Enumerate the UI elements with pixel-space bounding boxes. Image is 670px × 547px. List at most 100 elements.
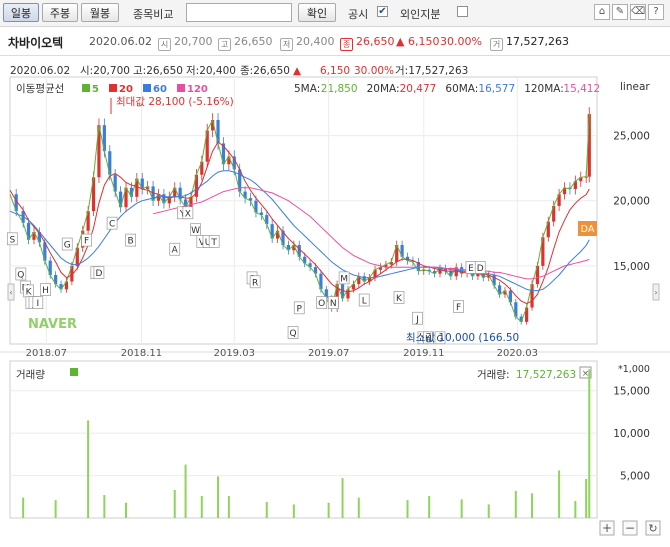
volume-bar [406,500,409,518]
volume-panel-frame [9,360,598,519]
reset-icon: ↻ [648,522,657,535]
event-marker-label: D [477,264,484,274]
low-badge: 저 [280,38,293,51]
volume-bar [87,420,90,518]
volume-bar [341,478,344,518]
foreign-ownership-label: 외인지분 [400,8,441,21]
tag-icon[interactable]: ⌂ [594,4,610,20]
open-badge: 시 [158,38,171,51]
volume-legend-swatch [70,368,78,376]
volume-panel-title: 거래량 [16,369,45,381]
volume-badge: 거 [490,38,503,51]
volume-bar [574,501,577,518]
volume-bar [487,504,490,518]
y-tick-label: 25,000 [613,131,650,143]
volume-bar [54,500,57,518]
ma-legend-title: 이동평균선 [16,83,64,95]
y-tick-label: 20,000 [613,196,650,208]
volume-y-tick-label: 10,000 [613,428,650,440]
high-value: 고 26,650 [218,35,273,51]
volume-value: 거 17,527,263 [490,35,569,51]
volume-bar [514,490,517,518]
chart-header-high: 고:26,650 [133,65,183,77]
change-value: ▲ 6,150 [396,35,440,48]
volume-bar [585,478,588,518]
y-axis-ticks: 15,000 20,000 25,000 [613,131,650,273]
foreign-ownership-checkbox[interactable] [457,6,468,17]
x-axis-ticks: 2018.07 2018.11 2019.03 2019.07 2019.11 2020.… [26,348,538,359]
y-tick-label: 15,000 [613,261,650,273]
event-marker-label: O [318,299,325,309]
volume-bar [588,369,591,518]
event-marker-label: F [456,303,461,313]
volume-y-tick-label: 15,000 [613,386,650,398]
event-marker-label: W [191,226,200,236]
compare-label: 종목비교 [133,8,174,21]
event-marker-label: M [340,274,348,284]
zoom-in-icon: + [602,521,612,535]
event-marker-label: E [468,264,474,274]
event-marker-label: J [415,315,419,325]
volume-bar [327,502,330,518]
event-marker-label: Q [290,329,297,339]
ma-value-label: 120MA: [524,83,564,95]
volume-bar [217,476,220,518]
ma-legend-label: 60 [153,84,167,95]
volume-bar [428,495,431,518]
open-value: 시 20,700 [158,35,213,51]
volume-bar [22,497,25,518]
min-annotation: 최소값 10,000 (166.50 [406,332,519,344]
x-tick-label: 2019.07 [308,348,349,359]
chart-header-change: 6,150 [320,65,350,77]
compare-input[interactable] [186,3,292,22]
chart-header-close: 종:26,650 [240,65,290,77]
toolbar: 일봉 주봉 월봉 종목비교 확인 공시 ✔ 외인지분 ⌂ ✎ ⌫ ? [0,0,670,27]
confirm-button[interactable]: 확인 [298,3,336,22]
disclosure-checkbox[interactable]: ✔ [377,6,388,17]
event-marker-label: H [42,286,49,296]
quote-bar: 차바이오텍 2020.06.02 시 20,700 고 26,650 저 20,400… [0,27,670,56]
volume-bar [200,495,203,518]
event-marker-label: P [297,304,303,314]
ma-value-label: 5MA: [294,83,320,95]
volume-close-icon: × [582,369,590,379]
max-annotation: 최대값 28,100 (-5.16%) [116,96,234,108]
ma-legend-label: 120 [187,84,208,95]
daily-button[interactable]: 일봉 [3,3,39,22]
pencil-icon[interactable]: ✎ [612,4,628,20]
close-value: 종 26,650 [340,35,395,51]
event-marker-label: G [64,241,71,251]
volume-bar [357,497,360,518]
monthly-button[interactable]: 월봉 [81,3,119,22]
scale-label[interactable]: linear [620,81,650,93]
volume-bar [103,495,106,518]
volume-bar [125,502,128,518]
eraser-icon[interactable]: ⌫ [630,4,646,20]
weekly-button[interactable]: 주봉 [42,3,78,22]
last-price-badge-label: DA [581,224,595,235]
event-marker-label: A [172,246,179,256]
chart-header-change-pct: 30.00% [354,65,394,77]
volume-value-label: 거래량: [477,369,510,381]
quote-date: 2020.06.02 [89,35,152,48]
ma-legend-label: 5 [92,84,99,95]
volume-bar [173,489,176,518]
ma-value: 15,412 [563,83,600,95]
chart-header-open: 시:20,700 [80,65,130,77]
volume-bar [460,499,463,518]
naver-watermark: NAVER [28,317,77,332]
ma-legend-label: 20 [119,84,133,95]
event-marker-label: C [109,220,115,230]
volume-bar [184,464,187,518]
event-marker-label: T [210,238,217,248]
volume-y-ticks: 5,000 10,000 15,000 [613,386,650,483]
volume-unit: *1,000 [618,364,650,375]
volume-bar [531,493,534,518]
ma-legend-swatch [143,84,151,92]
help-icon[interactable]: ? [648,4,664,20]
stock-name: 차바이오텍 [8,36,64,50]
chart-header-arrow: ▲ [293,65,302,77]
scroll-left-icon: ‹ [9,288,12,297]
scroll-right-icon: › [654,288,657,297]
ma-values: 5MA: 21,850 20MA: 20,477 60MA: 16,577 120MA: 15… [294,83,600,95]
